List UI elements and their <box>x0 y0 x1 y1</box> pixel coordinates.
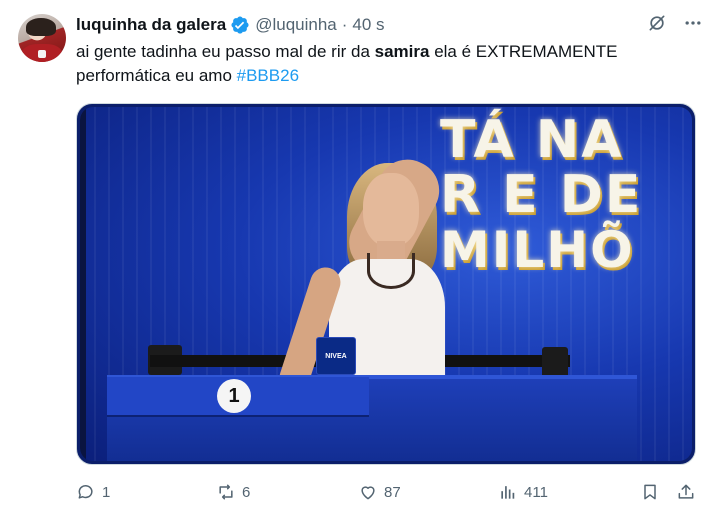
reply-button[interactable]: 1 <box>76 480 110 504</box>
author-handle[interactable]: @luquinha <box>255 15 337 35</box>
repost-count: 6 <box>242 483 251 501</box>
author-name[interactable]: luquinha da galera <box>76 15 226 35</box>
bookmark-button[interactable] <box>640 480 660 504</box>
like-button[interactable]: 87 <box>358 480 401 504</box>
verified-badge-icon <box>230 15 250 35</box>
tweet-actions: 1 6 87 411 <box>76 480 704 504</box>
tweet-text: ai gente tadinha eu passo mal de rir da … <box>76 40 706 88</box>
separator-dot: · <box>341 15 348 34</box>
grok-icon[interactable] <box>646 12 668 34</box>
avatar-shirt-logo <box>38 50 46 58</box>
avatar-hair <box>26 18 56 36</box>
share-button[interactable] <box>676 480 696 504</box>
bookmark-icon <box>644 484 656 500</box>
reply-count: 1 <box>102 483 111 501</box>
frame-edge <box>80 107 86 461</box>
repost-button[interactable]: 6 <box>216 480 250 504</box>
podium-number: 1 <box>217 379 251 413</box>
like-icon <box>361 486 375 500</box>
tweet-text-mention: samira <box>374 42 430 61</box>
header-actions <box>646 12 704 34</box>
avatar[interactable] <box>18 14 66 62</box>
views-button[interactable]: 411 <box>498 480 548 504</box>
figure-face <box>363 173 419 247</box>
hashtag-link[interactable]: #BBB26 <box>237 66 299 85</box>
tweet: luquinha da galera @luquinha · 40 s ai g… <box>0 0 724 519</box>
tweet-text-part1: ai gente tadinha eu passo mal de rir da <box>76 42 375 61</box>
media-scene: TÁ NA R E DE MILHÕ 1 NIVEA <box>80 107 692 461</box>
figure-necklace <box>367 253 415 289</box>
reply-icon <box>78 485 93 499</box>
sponsor-box: NIVEA <box>316 337 356 375</box>
tweet-header: luquinha da galera @luquinha · 40 s <box>76 13 385 37</box>
views-count: 411 <box>524 483 548 501</box>
share-icon <box>678 484 694 499</box>
tweet-media[interactable]: TÁ NA R E DE MILHÕ 1 NIVEA <box>76 103 696 465</box>
timestamp[interactable]: 40 s <box>352 15 384 35</box>
repost-icon <box>219 484 233 500</box>
views-icon <box>501 486 515 499</box>
like-count: 87 <box>384 483 401 501</box>
more-options-icon[interactable] <box>682 12 704 34</box>
